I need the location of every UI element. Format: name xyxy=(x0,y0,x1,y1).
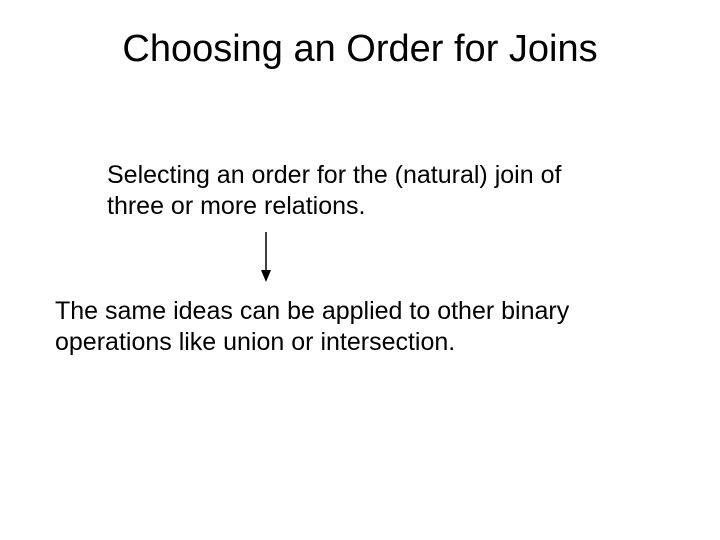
paragraph-1: Selecting an order for the (natural) joi… xyxy=(107,160,570,223)
down-arrow-icon xyxy=(265,232,267,278)
slide-container: Choosing an Order for Joins Selecting an… xyxy=(0,0,720,540)
paragraph-2: The same ideas can be applied to other b… xyxy=(55,296,645,359)
slide-title: Choosing an Order for Joins xyxy=(0,0,720,71)
